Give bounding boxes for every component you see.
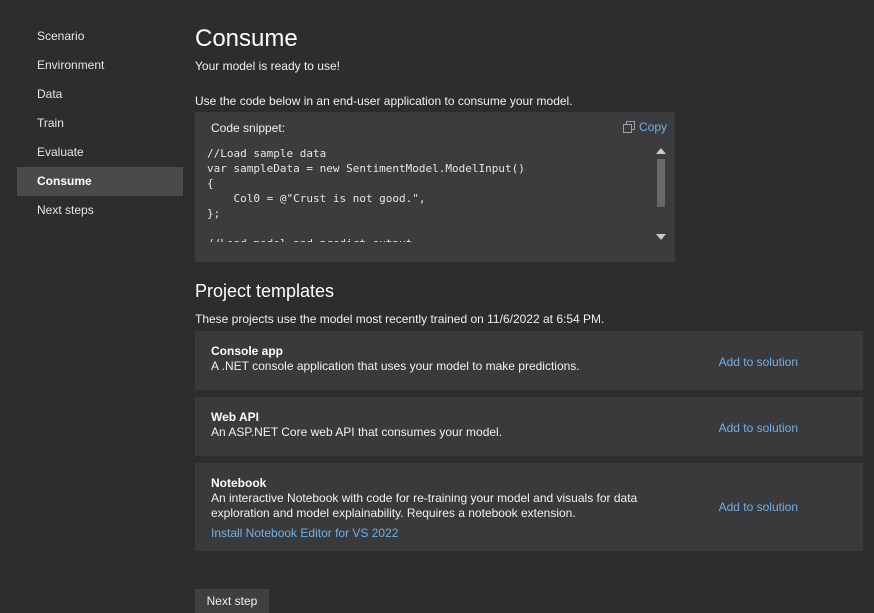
instructions-text: Use the code below in an end-user applic…: [195, 94, 573, 108]
copy-icon: [622, 121, 635, 133]
scroll-thumb[interactable]: [657, 159, 665, 207]
page-subtitle: Your model is ready to use!: [195, 59, 340, 73]
card-description: An interactive Notebook with code for re…: [211, 491, 638, 520]
page-title: Consume: [195, 25, 298, 52]
next-step-button[interactable]: Next step: [195, 589, 269, 613]
sidebar-item-next-steps[interactable]: Next steps: [17, 196, 183, 225]
scroll-down-icon[interactable]: [656, 234, 666, 240]
add-notebook-button[interactable]: Add to solution: [719, 500, 798, 514]
sidebar-item-train[interactable]: Train: [17, 109, 183, 138]
add-console-app-button[interactable]: Add to solution: [719, 355, 798, 369]
template-card-web-api: Web API An ASP.NET Core web API that con…: [195, 397, 863, 456]
card-description: A .NET console application that uses you…: [211, 359, 580, 373]
sidebar-nav: Scenario Environment Data Train Evaluate…: [17, 22, 183, 225]
sidebar-item-data[interactable]: Data: [17, 80, 183, 109]
scroll-up-icon[interactable]: [656, 148, 666, 154]
sidebar-item-evaluate[interactable]: Evaluate: [17, 138, 183, 167]
template-card-console-app: Console app A .NET console application t…: [195, 331, 863, 390]
code-snippet-panel: Code snippet: Copy //Load sample data va…: [195, 112, 675, 262]
project-templates-description: These projects use the model most recent…: [195, 312, 605, 326]
template-card-notebook: Notebook An interactive Notebook with co…: [195, 463, 863, 551]
install-notebook-editor-link[interactable]: Install Notebook Editor for VS 2022: [211, 526, 847, 540]
code-text[interactable]: //Load sample data var sampleData = new …: [207, 146, 652, 242]
code-snippet-label: Code snippet:: [211, 121, 286, 135]
card-title: Notebook: [211, 476, 267, 490]
project-templates-title: Project templates: [195, 281, 335, 301]
copy-label: Copy: [638, 120, 667, 134]
sidebar-item-scenario[interactable]: Scenario: [17, 22, 183, 51]
add-web-api-button[interactable]: Add to solution: [719, 421, 798, 435]
card-description: An ASP.NET Core web API that consumes yo…: [211, 425, 503, 439]
copy-button[interactable]: Copy: [622, 120, 667, 134]
sidebar-item-environment[interactable]: Environment: [17, 51, 183, 80]
code-scrollbar[interactable]: [655, 146, 667, 242]
sidebar-item-consume[interactable]: Consume: [17, 167, 183, 196]
